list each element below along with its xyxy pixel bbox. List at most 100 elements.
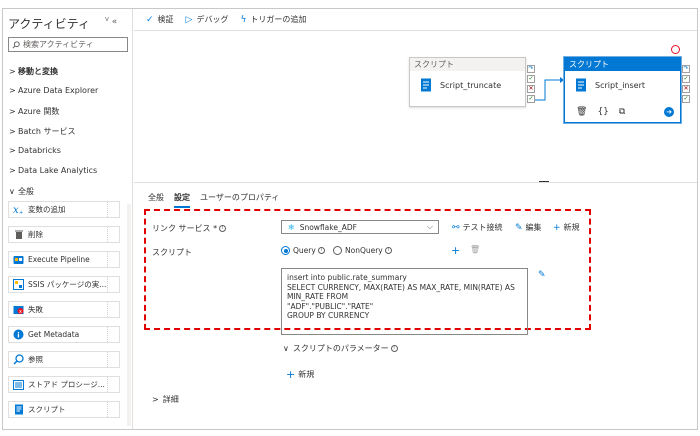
drag-handle[interactable] bbox=[107, 377, 119, 392]
trigger-icon: ϟ bbox=[240, 14, 247, 25]
drag-handle[interactable] bbox=[107, 277, 119, 292]
linked-service-select[interactable]: ❄ Snowflake_ADF ⌵ bbox=[281, 220, 439, 234]
radio-unselected-icon bbox=[333, 246, 342, 255]
info-icon: i bbox=[317, 247, 325, 254]
delete-icon[interactable]: 🗑 bbox=[576, 107, 587, 117]
checkmark-icon: ✓ bbox=[146, 14, 154, 25]
success-port-icon[interactable]: ✓ bbox=[682, 75, 690, 83]
code-icon[interactable]: {} bbox=[597, 107, 608, 117]
svg-text:i: i bbox=[17, 332, 19, 340]
edit-button[interactable]: ✎ 編集 bbox=[515, 222, 542, 233]
activity-delete[interactable]: 削除 bbox=[8, 226, 120, 243]
edit-script-button[interactable]: ✎ bbox=[538, 270, 549, 280]
chevron-right-icon: > bbox=[9, 86, 16, 95]
fail-icon: x bbox=[13, 304, 24, 315]
category-general[interactable]: ∨ 全般 bbox=[9, 186, 34, 197]
drag-handle[interactable] bbox=[107, 302, 119, 317]
pipeline-toolbar: ✓ 検証 ▷ デバッグ ϟ トリガーの追加 bbox=[134, 9, 697, 31]
category-azure-functions[interactable]: > Azure 関数 bbox=[9, 106, 59, 117]
debug-button[interactable]: ▷ デバッグ bbox=[186, 14, 229, 25]
failure-port-icon[interactable]: ✕ bbox=[682, 85, 690, 93]
drag-handle[interactable] bbox=[107, 227, 119, 242]
activity-set-variable[interactable]: x + 変数の追加 bbox=[8, 201, 120, 218]
go-arrow-icon[interactable]: ➔ bbox=[664, 107, 674, 117]
play-icon: ▷ bbox=[185, 14, 193, 25]
tab-settings[interactable]: 設定 bbox=[174, 192, 190, 208]
info-icon: i bbox=[384, 247, 392, 254]
pencil-icon: ✎ bbox=[538, 270, 546, 280]
pipeline-canvas[interactable]: スクリプト Script_truncate ↷ ✓ ✕ ✓ スクリプト Scri… bbox=[134, 32, 697, 182]
details-toggle[interactable]: > 詳細 bbox=[152, 394, 179, 405]
delete-script-button[interactable]: 🗑 bbox=[470, 245, 480, 254]
category-azure-data-explorer[interactable]: > Azure Data Explorer bbox=[9, 86, 98, 95]
success-port-icon[interactable]: ✓ bbox=[527, 75, 535, 83]
chevron-down-icon: ∨ bbox=[283, 344, 289, 353]
copy-icon[interactable]: ⧉ bbox=[619, 107, 625, 117]
script-icon bbox=[13, 404, 24, 415]
chevron-down-icon: ⌵ bbox=[426, 222, 433, 231]
activity-execute-pipeline[interactable]: Execute Pipeline bbox=[8, 251, 120, 268]
failure-port-icon[interactable]: ✕ bbox=[527, 85, 535, 93]
activity-node-script-truncate[interactable]: スクリプト Script_truncate bbox=[409, 57, 526, 107]
info-icon: i bbox=[219, 225, 227, 232]
chevron-down-icon: ∨ bbox=[9, 187, 15, 196]
activities-scrollbar[interactable] bbox=[127, 204, 131, 426]
chevron-right-icon: > bbox=[9, 146, 16, 155]
radio-selected-icon bbox=[281, 246, 290, 255]
drag-handle[interactable] bbox=[107, 352, 119, 367]
error-indicator-icon[interactable] bbox=[671, 45, 680, 54]
node-b-ports: ↷ ✓ ✕ ✓ bbox=[682, 65, 691, 103]
skip-port-icon[interactable]: ↷ bbox=[682, 65, 690, 73]
activities-panel: アクティビティ ⱽ « 検索アクティビティ > 移動と変換 > Azure Data… bbox=[3, 9, 133, 429]
linked-service-label: リンク サービス * i bbox=[152, 223, 227, 234]
category-data-lake-analytics[interactable]: > Data Lake Analytics bbox=[9, 166, 97, 175]
query-radio[interactable]: Query i bbox=[281, 246, 325, 255]
test-connection-button[interactable]: ⚯ テスト接続 bbox=[452, 222, 503, 233]
add-script-button[interactable]: + bbox=[451, 244, 463, 257]
add-parameter-button[interactable]: + 新規 bbox=[286, 368, 314, 381]
completion-port-icon[interactable]: ✓ bbox=[682, 95, 690, 103]
search-placeholder: 検索アクティビティ bbox=[23, 40, 94, 49]
drag-handle[interactable] bbox=[107, 327, 119, 342]
node-header: スクリプト bbox=[410, 58, 525, 71]
new-linked-service-button[interactable]: + 新規 bbox=[553, 222, 580, 233]
script-icon bbox=[576, 78, 586, 92]
activity-script[interactable]: スクリプト bbox=[8, 401, 120, 418]
activities-title: アクティビティ bbox=[8, 17, 90, 31]
tab-user-properties[interactable]: ユーザーのプロパティ bbox=[200, 192, 279, 208]
plus-icon: + bbox=[286, 368, 296, 381]
activity-search-input[interactable]: 検索アクティビティ bbox=[8, 37, 128, 52]
chevron-right-icon: > bbox=[9, 127, 16, 136]
drag-handle[interactable] bbox=[107, 402, 119, 417]
tab-general[interactable]: 全般 bbox=[148, 192, 164, 208]
trash-icon: 🗑 bbox=[470, 245, 481, 254]
add-trigger-button[interactable]: ϟ トリガーの追加 bbox=[240, 14, 306, 25]
script-label: スクリプト bbox=[152, 248, 192, 257]
script-textarea[interactable]: insert into public.rate_summary SELECT C… bbox=[281, 268, 528, 335]
activity-get-metadata[interactable]: i Get Metadata bbox=[8, 326, 120, 343]
validate-button[interactable]: ✓ 検証 bbox=[146, 14, 174, 25]
activity-stored-procedure[interactable]: ストアド プロシージ... bbox=[8, 376, 120, 393]
drag-handle[interactable] bbox=[107, 252, 119, 267]
lookup-icon bbox=[13, 354, 24, 365]
category-batch-service[interactable]: > Batch サービス bbox=[9, 126, 76, 137]
pipeline-icon bbox=[13, 254, 24, 265]
skip-port-icon[interactable]: ↷ bbox=[527, 65, 535, 73]
activity-fail[interactable]: x 失敗 bbox=[8, 301, 120, 318]
drag-handle[interactable] bbox=[107, 202, 119, 217]
category-move-transform[interactable]: > 移動と変換 bbox=[9, 66, 58, 77]
svg-text:+: + bbox=[19, 210, 23, 215]
collapse-panel-button[interactable]: ⱽ « bbox=[105, 17, 117, 27]
category-databricks[interactable]: > Databricks bbox=[9, 146, 61, 155]
stored-procedure-icon bbox=[13, 379, 24, 390]
nonquery-radio[interactable]: NonQuery i bbox=[333, 246, 392, 255]
activity-execute-ssis[interactable]: SSIS パッケージの実... bbox=[8, 276, 120, 293]
activity-lookup[interactable]: 参照 bbox=[8, 351, 120, 368]
script-parameters-toggle[interactable]: ∨ スクリプトのパラメーター i bbox=[283, 343, 398, 354]
activity-node-script-insert[interactable]: スクリプト Script_insert 🗑 {} ⧉ ➔ bbox=[564, 57, 681, 123]
plug-icon: ⚯ bbox=[452, 222, 460, 233]
snowflake-icon: ❄ bbox=[288, 222, 295, 232]
search-icon bbox=[12, 40, 20, 49]
info-icon: i bbox=[390, 345, 398, 352]
completion-port-icon[interactable]: ✓ bbox=[527, 95, 535, 103]
